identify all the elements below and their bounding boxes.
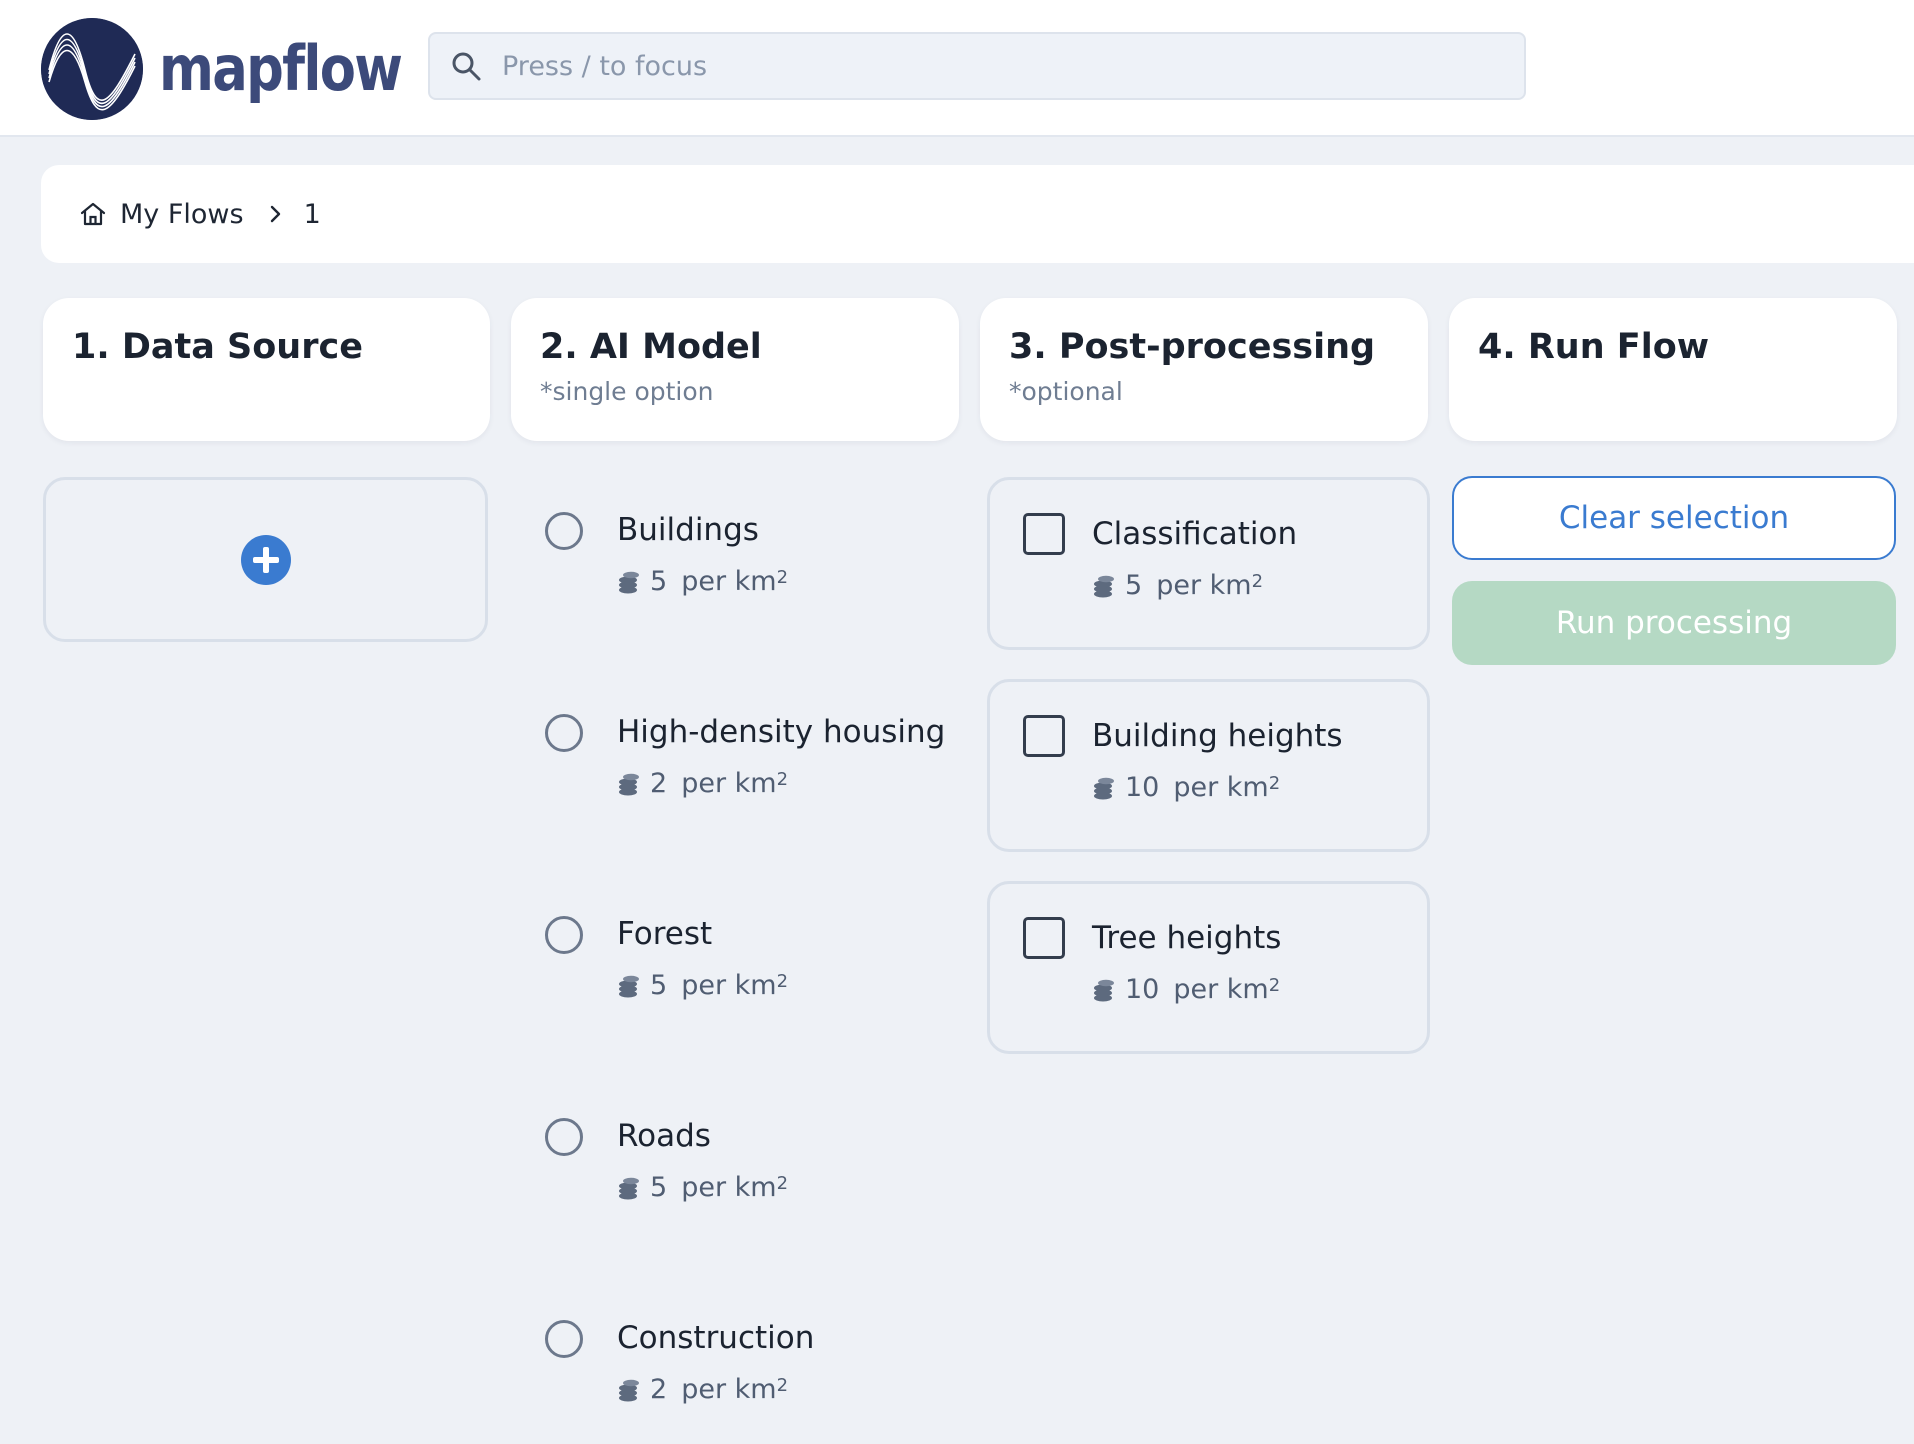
model-label: Forest xyxy=(617,916,713,952)
price: 10 per km 2 xyxy=(1092,772,1280,803)
top-bar: mapflow xyxy=(0,0,1914,137)
price: 2 per km 2 xyxy=(617,1374,788,1405)
model-option-forest[interactable]: Forest 5 per km 2 xyxy=(545,912,965,1022)
add-data-source-card[interactable] xyxy=(43,477,488,642)
postprocessing-option-building-heights[interactable]: Building heights 10 per km 2 xyxy=(987,679,1430,852)
unit-sup: 2 xyxy=(776,1173,789,1194)
radio-button[interactable] xyxy=(545,916,583,954)
column-run-flow: 4. Run Flow xyxy=(1449,298,1897,441)
logo-text: mapflow xyxy=(159,32,403,105)
price: 5 per km 2 xyxy=(1092,570,1263,601)
option-label: Tree heights xyxy=(1092,920,1282,956)
mapflow-logo-icon xyxy=(41,18,143,120)
price: 5 per km 2 xyxy=(617,1172,788,1203)
coins-icon xyxy=(1094,777,1114,799)
price-value: 5 xyxy=(650,1172,668,1203)
price-value: 10 xyxy=(1125,772,1160,803)
price-unit: per km xyxy=(681,970,777,1001)
column-data-source: 1. Data Source xyxy=(43,298,490,441)
radio-button[interactable] xyxy=(545,714,583,752)
price-value: 2 xyxy=(650,1374,668,1405)
price-value: 5 xyxy=(1125,570,1143,601)
option-label: Building heights xyxy=(1092,718,1343,754)
postprocessing-option-tree-heights[interactable]: Tree heights 10 per km 2 xyxy=(987,881,1430,1054)
price-unit: per km xyxy=(681,1374,777,1405)
checkbox[interactable] xyxy=(1023,715,1065,757)
radio-button[interactable] xyxy=(545,512,583,550)
radio-button[interactable] xyxy=(545,1118,583,1156)
model-label: Roads xyxy=(617,1118,711,1154)
chevron-right-icon xyxy=(270,205,280,223)
coins-icon xyxy=(619,1177,639,1199)
model-label: Construction xyxy=(617,1320,815,1356)
search-input[interactable] xyxy=(500,49,1404,83)
clear-selection-button[interactable]: Clear selection xyxy=(1452,476,1896,560)
column-subtitle: *optional xyxy=(1009,376,1123,406)
price: 5 per km 2 xyxy=(617,970,788,1001)
home-icon[interactable] xyxy=(78,199,108,229)
unit-sup: 2 xyxy=(776,567,789,588)
unit-sup: 2 xyxy=(1268,773,1281,794)
checkbox[interactable] xyxy=(1023,513,1065,555)
coins-icon xyxy=(619,975,639,997)
breadcrumb-my-flows[interactable]: My Flows xyxy=(120,199,244,230)
price-value: 2 xyxy=(650,768,668,799)
unit-sup: 2 xyxy=(776,769,789,790)
column-title: 4. Run Flow xyxy=(1478,327,1710,367)
column-title: 1. Data Source xyxy=(72,327,363,367)
unit-sup: 2 xyxy=(776,1375,789,1396)
breadcrumb-current: 1 xyxy=(303,198,321,230)
coins-icon xyxy=(1094,575,1114,597)
unit-sup: 2 xyxy=(1268,975,1281,996)
price-unit: per km xyxy=(1173,974,1269,1005)
price-value: 5 xyxy=(650,970,668,1001)
search-bar[interactable] xyxy=(428,32,1526,100)
model-label: High-density housing xyxy=(617,714,946,750)
coins-icon xyxy=(619,773,639,795)
column-post-processing: 3. Post-processing *optional xyxy=(980,298,1428,441)
logo[interactable]: mapflow xyxy=(41,18,444,120)
column-subtitle: *single option xyxy=(540,376,714,406)
price-unit: per km xyxy=(1156,570,1252,601)
breadcrumb: My Flows 1 xyxy=(41,165,1914,263)
model-option-roads[interactable]: Roads 5 per km 2 xyxy=(545,1114,965,1224)
checkbox[interactable] xyxy=(1023,917,1065,959)
unit-sup: 2 xyxy=(1251,571,1264,592)
model-option-construction[interactable]: Construction 2 per km 2 xyxy=(545,1316,965,1426)
add-plus-icon[interactable] xyxy=(240,534,291,585)
run-processing-button[interactable]: Run processing xyxy=(1452,581,1896,665)
model-option-buildings[interactable]: Buildings 5 per km 2 xyxy=(545,508,965,618)
price-unit: per km xyxy=(681,1172,777,1203)
price: 2 per km 2 xyxy=(617,768,788,799)
price-unit: per km xyxy=(1173,772,1269,803)
coins-icon xyxy=(619,1379,639,1401)
price: 5 per km 2 xyxy=(617,566,788,597)
coins-icon xyxy=(1094,979,1114,1001)
model-label: Buildings xyxy=(617,512,759,548)
price-value: 5 xyxy=(650,566,668,597)
unit-sup: 2 xyxy=(776,971,789,992)
search-icon xyxy=(452,52,481,81)
model-option-high-density-housing[interactable]: High-density housing 2 per km 2 xyxy=(545,710,965,820)
price-unit: per km xyxy=(681,768,777,799)
radio-button[interactable] xyxy=(545,1320,583,1358)
coins-icon xyxy=(619,571,639,593)
price: 10 per km 2 xyxy=(1092,974,1280,1005)
column-title: 3. Post-processing xyxy=(1009,327,1376,367)
price-unit: per km xyxy=(681,566,777,597)
price-value: 10 xyxy=(1125,974,1160,1005)
column-title: 2. AI Model xyxy=(540,327,762,367)
option-label: Classification xyxy=(1092,516,1298,552)
column-ai-model: 2. AI Model *single option xyxy=(511,298,959,441)
postprocessing-option-classification[interactable]: Classification 5 per km 2 xyxy=(987,477,1430,650)
